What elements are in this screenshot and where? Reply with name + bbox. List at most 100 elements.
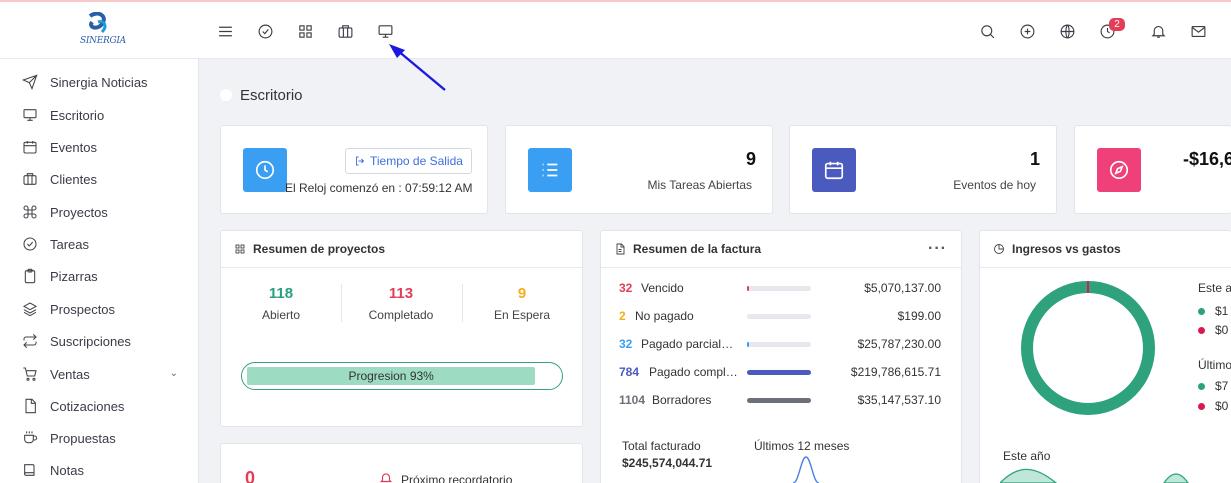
search-icon[interactable] <box>978 22 996 40</box>
sidebar-item-eventos[interactable]: Eventos <box>22 136 182 158</box>
sidebar-item-cotizaciones[interactable]: Cotizaciones <box>22 395 182 417</box>
clock-started-text: El Reloj comenzó en : 07:59:12 AM <box>285 181 473 195</box>
invoice-amount: $219,786,615.71 <box>850 365 941 379</box>
invoice-row[interactable]: 2 No pagado $199.00 <box>619 309 949 325</box>
grid-icon <box>235 244 245 254</box>
invoice-row[interactable]: 32 Pagado parcialme... $25,787,230.00 <box>619 337 949 353</box>
legend-item-expense: $0 <box>1198 323 1228 337</box>
open-tasks-card[interactable]: 9 Mis Tareas Abiertas <box>505 125 773 214</box>
cart-icon <box>23 367 37 381</box>
title-dot <box>220 89 232 101</box>
projects-on-hold[interactable]: 9 En Espera <box>462 285 582 322</box>
clock-card: Tiempo de Salida El Reloj comenzó en : 0… <box>220 125 488 214</box>
sidebar-item-clientes[interactable]: Clientes <box>22 168 182 190</box>
sidebar-item-notas[interactable]: Notas <box>22 459 182 481</box>
invoice-progress-fill <box>747 286 749 291</box>
invoice-progress-fill <box>747 342 749 347</box>
invoice-progress-bar <box>747 314 811 319</box>
sidebar-item-suscripciones[interactable]: Suscripciones <box>22 330 182 352</box>
command-icon <box>23 205 37 219</box>
check-circle-icon <box>23 237 37 251</box>
menu-icon[interactable] <box>216 22 234 40</box>
invoice-summary-header: Resumen de la factura <box>601 231 961 268</box>
events-today-label: Eventos de hoy <box>953 178 1036 192</box>
invoice-progress-bar <box>747 370 811 375</box>
reminder-count: 0 <box>245 468 256 483</box>
app-logo[interactable]: SINERGIA <box>78 11 126 52</box>
pie-chart-icon <box>994 244 1004 254</box>
invoice-count: 784 <box>619 365 640 379</box>
total-invoiced-value: $245,574,044.71 <box>622 456 713 470</box>
layers-icon <box>22 302 38 317</box>
invoice-row[interactable]: 32 Vencido $5,070,137.00 <box>619 281 949 297</box>
legend-last: Último <box>1198 358 1231 372</box>
clipboard-icon <box>24 268 36 284</box>
reminder-card: 0 Próximo recordatorio <box>220 443 583 483</box>
send-icon <box>22 74 38 90</box>
this-year-label: Este año <box>1003 449 1051 463</box>
invoice-status-label: Vencido <box>641 281 684 295</box>
projects-summary-header: Resumen de proyectos <box>221 231 582 268</box>
invoice-status-label: No pagado <box>635 309 694 323</box>
projects-open[interactable]: 118 Abierto <box>221 285 341 322</box>
balance-value: -$16,6 <box>1183 149 1231 169</box>
events-today-card[interactable]: 1 Eventos de hoy <box>789 125 1057 214</box>
monitor-icon[interactable] <box>376 22 394 40</box>
legend-this-year: Este a <box>1198 281 1231 295</box>
mail-icon[interactable] <box>1189 22 1207 40</box>
file-icon <box>616 243 625 255</box>
invoice-progress-bar <box>747 286 811 291</box>
invoice-amount: $25,787,230.00 <box>857 337 941 351</box>
sidebar-item-prospectos[interactable]: Prospectos <box>22 298 182 320</box>
invoice-summary-panel: Resumen de la factura ··· 32 Vencido $5,07… <box>600 230 962 483</box>
open-tasks-label: Mis Tareas Abiertas <box>647 178 753 192</box>
sidebar-item-pizarras[interactable]: Pizarras <box>22 265 182 287</box>
invoice-sparkline <box>792 456 820 483</box>
income-donut-chart <box>1021 281 1155 415</box>
logout-icon <box>356 156 365 166</box>
clock-badge: 2 <box>1109 18 1125 31</box>
invoice-count: 32 <box>619 337 633 351</box>
repeat-icon <box>23 333 37 349</box>
invoice-amount: $199.00 <box>897 309 941 323</box>
sidebar-item-noticias[interactable]: Sinergia Noticias <box>22 71 182 93</box>
projects-progress-bar: Progresion 93% <box>241 362 563 390</box>
sidebar-item-ventas[interactable]: Ventas ⌄ <box>22 363 182 385</box>
check-circle-icon[interactable] <box>256 22 274 40</box>
sidebar-item-escritorio[interactable]: Escritorio <box>22 104 182 126</box>
globe-icon[interactable] <box>1058 22 1076 40</box>
projects-progress-fill: Progresion 93% <box>247 367 536 385</box>
invoice-count: 1104 <box>619 393 646 407</box>
compass-icon <box>1097 148 1141 192</box>
events-today-value: 1 <box>1029 149 1040 169</box>
legend-item-income-last: $7 <box>1198 379 1228 393</box>
last-12-months-label: Últimos 12 meses <box>754 439 850 453</box>
invoice-amount: $35,147,537.10 <box>857 393 941 407</box>
clock-icon <box>243 148 287 192</box>
income-area-chart <box>1000 468 1189 483</box>
sidebar-item-proyectos[interactable]: Proyectos <box>22 201 182 223</box>
invoice-progress-bar <box>747 398 811 403</box>
projects-summary-panel: Resumen de proyectos 118 Abierto 113 Com… <box>220 230 583 427</box>
coffee-icon <box>24 431 38 444</box>
page-title: Escritorio <box>240 87 303 104</box>
invoice-progress-fill <box>747 370 811 375</box>
annotation-arrow-icon <box>389 44 446 91</box>
clock-out-button[interactable]: Tiempo de Salida <box>345 148 472 174</box>
invoice-row[interactable]: 784 Pagado complet... $219,786,615.71 <box>619 365 949 381</box>
grid-icon[interactable] <box>296 22 314 40</box>
list-icon <box>528 148 572 192</box>
projects-completed[interactable]: 113 Completado <box>341 285 461 322</box>
invoice-status-label: Pagado complet... <box>649 365 743 379</box>
bell-icon[interactable] <box>1149 22 1167 40</box>
monitor-icon <box>23 109 37 121</box>
sidebar-item-propuestas[interactable]: Propuestas <box>22 427 182 449</box>
balance-card[interactable]: -$16,6 <box>1074 125 1231 214</box>
briefcase-icon[interactable] <box>336 22 354 40</box>
invoice-row[interactable]: 1104 Borradores $35,147,537.10 <box>619 393 949 409</box>
plus-circle-icon[interactable] <box>1018 22 1036 40</box>
more-options-icon[interactable]: ··· <box>928 240 947 258</box>
reminder-label: Próximo recordatorio <box>401 473 513 483</box>
bell-icon <box>379 473 393 483</box>
sidebar-item-tareas[interactable]: Tareas <box>22 233 182 255</box>
